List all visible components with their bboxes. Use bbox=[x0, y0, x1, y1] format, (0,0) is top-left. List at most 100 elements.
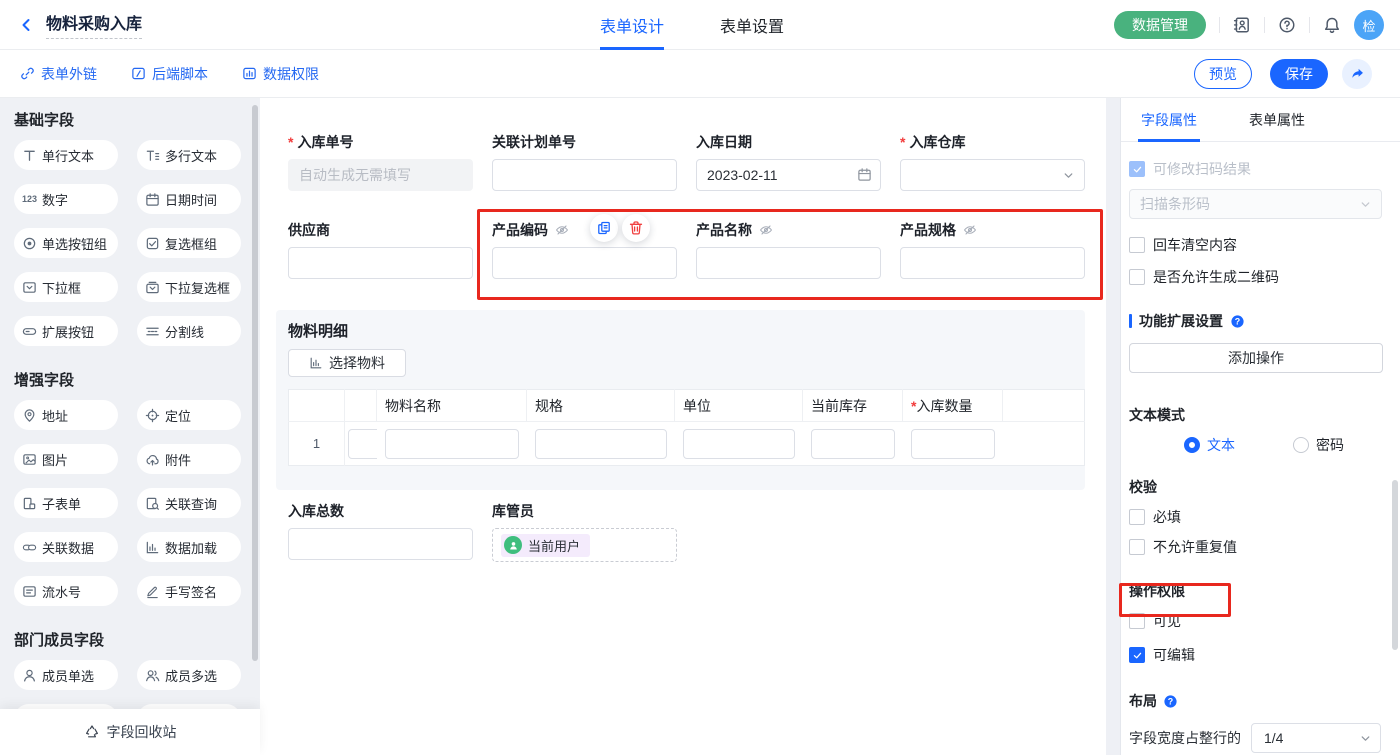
field-type-relation-data[interactable]: 关联数据 bbox=[14, 532, 118, 562]
field-type-image[interactable]: 图片 bbox=[14, 444, 118, 474]
plan-no-input[interactable] bbox=[492, 159, 677, 191]
clear-on-enter-checkbox[interactable] bbox=[1129, 237, 1145, 253]
material-name-input[interactable] bbox=[385, 429, 519, 459]
help-icon[interactable] bbox=[1278, 16, 1296, 34]
product-code-input[interactable] bbox=[492, 247, 677, 279]
select-material-button[interactable]: 选择物料 bbox=[288, 349, 406, 377]
field-type-attachment[interactable]: 附件 bbox=[137, 444, 241, 474]
keeper-input[interactable]: 当前用户 bbox=[492, 528, 677, 562]
field-type-number[interactable]: 123数字 bbox=[14, 184, 118, 214]
warehouse-select[interactable] bbox=[900, 159, 1085, 191]
visible-option[interactable]: 可见 bbox=[1129, 611, 1382, 631]
field-type-serial-number[interactable]: 流水号 bbox=[14, 576, 118, 606]
field-type-multi-select[interactable]: 下拉复选框 bbox=[137, 272, 241, 302]
form-external-link[interactable]: 表单外链 bbox=[20, 64, 97, 84]
inbound-qty-input[interactable] bbox=[911, 429, 995, 459]
permission-icon bbox=[242, 66, 257, 81]
help-filled-icon[interactable] bbox=[1230, 314, 1245, 329]
material-table-row: 1 bbox=[289, 422, 1085, 466]
field-type-divider[interactable]: 分割线 bbox=[137, 316, 241, 346]
current-stock-input[interactable] bbox=[811, 429, 895, 459]
field-type-member-multi[interactable]: 成员多选 bbox=[137, 660, 241, 690]
tab-form-settings[interactable]: 表单设置 bbox=[720, 0, 784, 50]
enhanced-field-grid: 地址 定位 图片 附件 子表单 关联查询 关联数据 数据加载 流水号 手写签名 bbox=[0, 400, 260, 606]
field-product-name[interactable]: 产品名称 bbox=[696, 221, 881, 279]
cut-input[interactable] bbox=[348, 429, 377, 459]
sidebar-scrollbar[interactable] bbox=[252, 105, 258, 661]
save-button[interactable]: 保存 bbox=[1270, 59, 1328, 89]
script-icon bbox=[131, 66, 146, 81]
form-design-canvas: *入库单号 关联计划单号 入库日期 *入库仓库 bbox=[260, 98, 1106, 755]
field-product-code[interactable]: 产品编码 bbox=[492, 221, 677, 279]
tab-form-properties[interactable]: 表单属性 bbox=[1249, 98, 1305, 142]
bell-icon[interactable] bbox=[1323, 16, 1341, 34]
share-button[interactable] bbox=[1342, 59, 1372, 89]
field-type-checkbox-group[interactable]: 复选框组 bbox=[137, 228, 241, 258]
panel-scrollbar[interactable] bbox=[1392, 480, 1398, 650]
delete-field-button[interactable] bbox=[622, 214, 650, 242]
field-warehouse[interactable]: *入库仓库 bbox=[900, 133, 1085, 191]
supplier-input[interactable] bbox=[288, 247, 473, 279]
material-detail-subform[interactable]: 物料明细 选择物料 物料名称 规格 单位 当前库存 *入库数量 1 bbox=[276, 310, 1085, 490]
field-type-location[interactable]: 定位 bbox=[137, 400, 241, 430]
current-user-tag[interactable]: 当前用户 bbox=[501, 534, 590, 557]
subform-title: 物料明细 bbox=[288, 320, 1085, 341]
no-duplicate-checkbox[interactable] bbox=[1129, 539, 1145, 555]
data-permission-link[interactable]: 数据权限 bbox=[242, 64, 319, 84]
field-type-member-single[interactable]: 成员单选 bbox=[14, 660, 118, 690]
tab-form-design[interactable]: 表单设计 bbox=[600, 0, 664, 50]
permission-title: 操作权限 bbox=[1129, 581, 1382, 601]
editable-checkbox[interactable] bbox=[1129, 647, 1145, 663]
radio-password[interactable]: 密码 bbox=[1293, 435, 1344, 455]
radio-text[interactable]: 文本 bbox=[1184, 435, 1235, 455]
required-checkbox[interactable] bbox=[1129, 509, 1145, 525]
field-inbound-date[interactable]: 入库日期 bbox=[696, 133, 881, 191]
copy-field-button[interactable] bbox=[590, 214, 618, 242]
field-type-data-load[interactable]: 数据加载 bbox=[137, 532, 241, 562]
backend-script-link[interactable]: 后端脚本 bbox=[131, 64, 208, 84]
field-product-spec[interactable]: 产品规格 bbox=[900, 221, 1085, 279]
visible-checkbox[interactable] bbox=[1129, 613, 1145, 629]
scan-editable-option[interactable]: 可修改扫码结果 bbox=[1129, 159, 1382, 179]
field-type-radio-group[interactable]: 单选按钮组 bbox=[14, 228, 118, 258]
unit-input[interactable] bbox=[683, 429, 795, 459]
inbound-date-input[interactable] bbox=[696, 159, 881, 191]
org-book-icon[interactable] bbox=[1233, 16, 1251, 34]
field-type-subform[interactable]: 子表单 bbox=[14, 488, 118, 518]
avatar[interactable]: 检 bbox=[1354, 10, 1384, 40]
field-type-label: 子表单 bbox=[42, 494, 81, 513]
field-type-datetime[interactable]: 日期时间 bbox=[137, 184, 241, 214]
field-plan-no[interactable]: 关联计划单号 bbox=[492, 133, 677, 191]
help-filled-icon[interactable] bbox=[1163, 694, 1178, 709]
required-option[interactable]: 必填 bbox=[1129, 507, 1382, 527]
field-recycle-bin[interactable]: 字段回收站 bbox=[0, 709, 260, 755]
field-type-relation-query[interactable]: 关联查询 bbox=[137, 488, 241, 518]
field-type-select[interactable]: 下拉框 bbox=[14, 272, 118, 302]
preview-button[interactable]: 预览 bbox=[1194, 59, 1252, 89]
add-action-button[interactable]: 添加操作 bbox=[1129, 343, 1383, 373]
field-inbound-no[interactable]: *入库单号 bbox=[288, 133, 473, 191]
field-type-signature[interactable]: 手写签名 bbox=[137, 576, 241, 606]
allow-qrcode-option[interactable]: 是否允许生成二维码 bbox=[1129, 267, 1382, 287]
editable-option[interactable]: 可编辑 bbox=[1129, 645, 1382, 665]
back-button[interactable] bbox=[18, 17, 34, 33]
field-supplier[interactable]: 供应商 bbox=[288, 221, 473, 279]
tab-field-properties[interactable]: 字段属性 bbox=[1141, 98, 1197, 142]
field-type-address[interactable]: 地址 bbox=[14, 400, 118, 430]
field-type-single-text[interactable]: 单行文本 bbox=[14, 140, 118, 170]
inbound-total-input[interactable] bbox=[288, 528, 473, 560]
no-duplicate-option[interactable]: 不允许重复值 bbox=[1129, 537, 1382, 557]
field-inbound-total[interactable]: 入库总数 bbox=[288, 502, 473, 562]
product-spec-input[interactable] bbox=[900, 247, 1085, 279]
product-name-input[interactable] bbox=[696, 247, 881, 279]
spec-input[interactable] bbox=[535, 429, 667, 459]
page-title[interactable]: 物料采购入库 bbox=[46, 10, 142, 39]
clear-on-enter-option[interactable]: 回车清空内容 bbox=[1129, 235, 1382, 255]
material-table: 物料名称 规格 单位 当前库存 *入库数量 1 bbox=[288, 389, 1085, 466]
allow-qrcode-checkbox[interactable] bbox=[1129, 269, 1145, 285]
field-type-extend-button[interactable]: 扩展按钮 bbox=[14, 316, 118, 346]
field-width-select[interactable]: 1/4 bbox=[1251, 723, 1381, 753]
data-manage-button[interactable]: 数据管理 bbox=[1114, 11, 1206, 39]
field-type-multi-text[interactable]: 多行文本 bbox=[137, 140, 241, 170]
field-keeper[interactable]: 库管员 当前用户 bbox=[492, 502, 677, 562]
